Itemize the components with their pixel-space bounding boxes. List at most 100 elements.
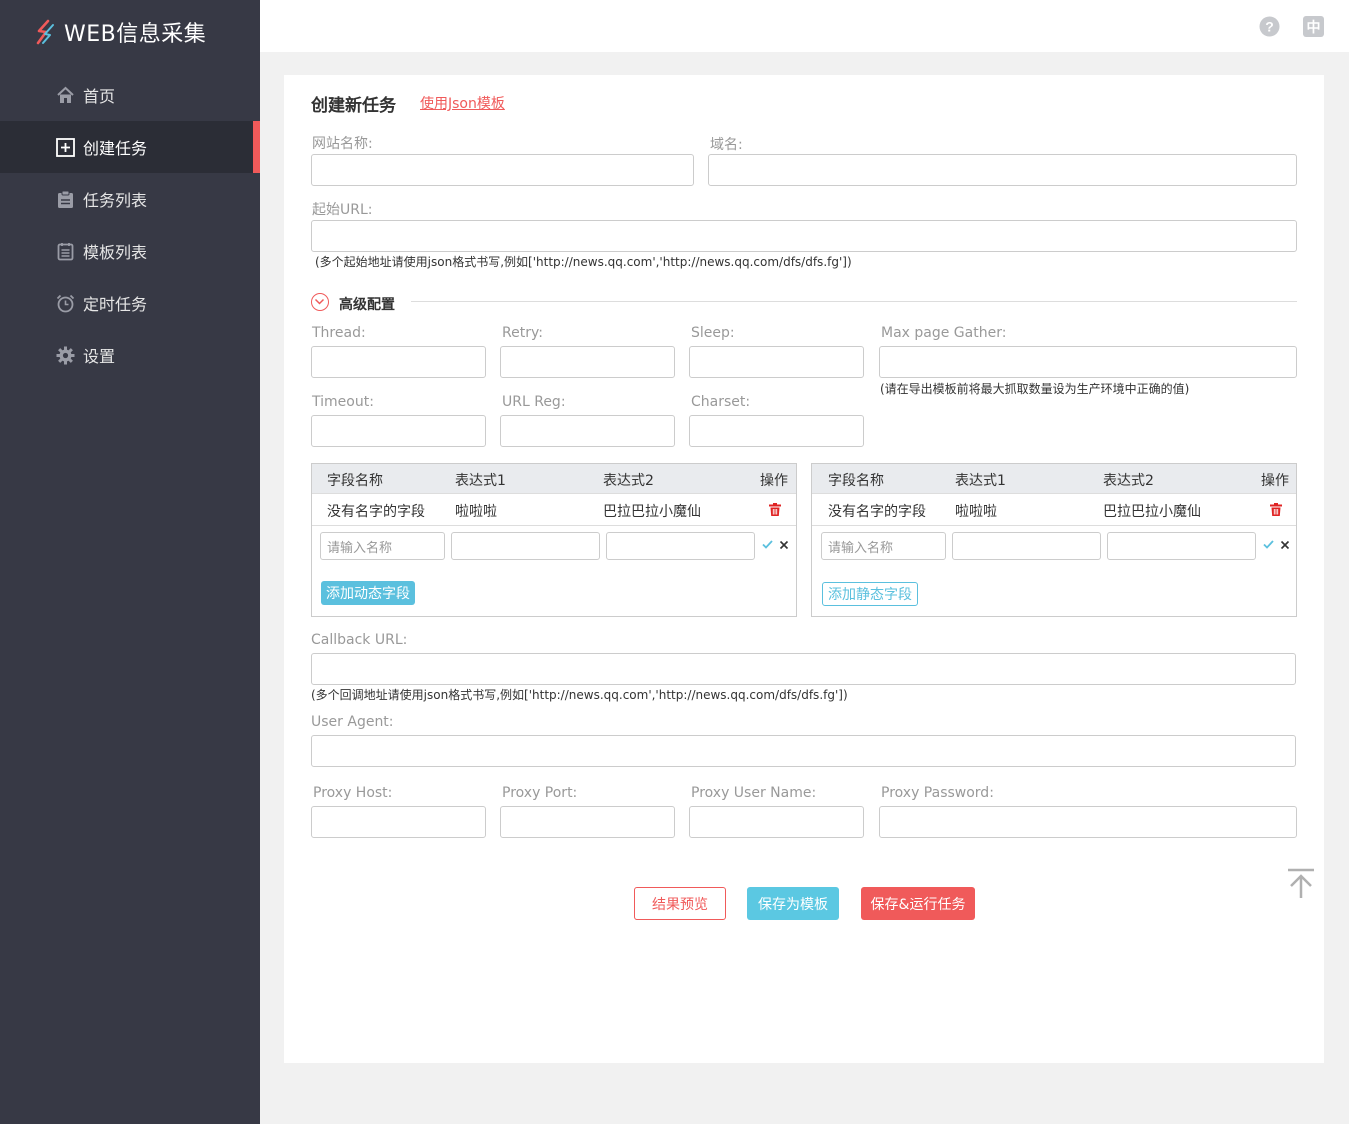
table-cell: 没有名字的字段 [327,504,425,520]
site-name-input[interactable] [311,154,694,186]
clipboard-icon [56,190,75,209]
start-url-hint: (多个起始地址请使用json格式书写,例如['http://news.qq.co… [315,255,852,269]
divider [411,301,1297,302]
user-agent-input[interactable] [311,735,1296,767]
divider [312,525,796,526]
add-static-field-button[interactable]: 添加静态字段 [822,582,918,606]
close-icon[interactable] [779,540,789,550]
sidebar-item-label: 任务列表 [83,191,148,210]
retry-input[interactable] [500,346,675,378]
add-dynamic-field-button[interactable]: 添加动态字段 [321,581,415,605]
field-name-input[interactable]: 请输入名称 [320,532,445,560]
alarm-clock-icon [56,294,75,313]
callback-url-hint: (多个回调地址请使用json格式书写,例如['http://news.qq.co… [311,688,848,702]
plus-square-icon [56,137,75,157]
static-fields-table: 字段名称 表达式1 表达式2 操作 没有名字的字段 啦啦啦 巴拉巴拉小魔仙 请输… [811,463,1297,617]
column-header: 字段名称 [828,473,884,489]
dynamic-fields-table: 字段名称 表达式1 表达式2 操作 没有名字的字段 啦啦啦 巴拉巴拉小魔仙 请输… [311,463,797,617]
proxy-password-label: Proxy Password: [881,785,994,801]
proxy-port-input[interactable] [500,806,675,838]
sidebar-item-label: 定时任务 [83,295,148,314]
close-icon[interactable] [1280,540,1290,550]
start-url-label: 起始URL: [312,202,373,218]
table-cell: 巴拉巴拉小魔仙 [603,504,701,520]
table-cell: 啦啦啦 [955,504,997,520]
column-header: 表达式2 [1103,473,1154,489]
create-task-panel: 创建新任务 使用Json模板 网站名称: 域名: 起始URL: (多个起始地址请… [284,75,1324,1063]
sidebar-item-scheduled-task[interactable]: 定时任务 [0,277,260,329]
brand[interactable]: WEB信息采集 [34,14,206,50]
field-name-input[interactable]: 请输入名称 [821,532,946,560]
sidebar-item-label: 创建任务 [83,139,148,158]
gear-icon [56,346,75,365]
preview-result-button[interactable]: 结果预览 [634,887,726,920]
thread-input[interactable] [311,346,486,378]
check-icon[interactable] [1263,540,1274,549]
expression1-input[interactable] [952,532,1101,560]
sidebar: WEB信息采集 首页 创建任务 任务列表 模板列表 定时任务 设置 [0,0,260,1124]
proxy-host-label: Proxy Host: [313,785,393,801]
back-to-top-icon[interactable] [1287,868,1315,899]
save-and-run-button[interactable]: 保存&运行任务 [861,887,975,920]
max-page-hint: (请在导出模板前将最大抓取数量设为生产环境中正确的值) [880,382,1190,396]
use-json-template-link[interactable]: 使用Json模板 [420,93,505,113]
table-header [812,464,1296,494]
callback-url-input[interactable] [311,653,1296,685]
check-icon[interactable] [762,540,773,549]
proxy-port-label: Proxy Port: [502,785,578,801]
table-cell: 没有名字的字段 [828,504,926,520]
retry-label: Retry: [502,325,543,341]
column-header: 表达式1 [455,473,506,489]
app-title: WEB信息采集 [64,22,207,47]
sleep-label: Sleep: [691,325,735,341]
sidebar-item-label: 首页 [83,87,116,106]
table-header [312,464,796,494]
callback-url-label: Callback URL: [311,632,408,648]
timeout-input[interactable] [311,415,486,447]
app-logo-icon [36,19,54,45]
chevron-down-icon[interactable] [311,293,329,311]
home-icon [56,86,75,105]
page-title: 创建新任务 [311,96,396,116]
max-page-gather-label: Max page Gather: [881,325,1007,341]
list-doc-icon [56,242,75,261]
expression2-input[interactable] [1107,532,1256,560]
advanced-config-toggle[interactable]: 高级配置 [339,294,395,314]
proxy-user-label: Proxy User Name: [691,785,817,801]
domain-label: 域名: [710,137,743,153]
sidebar-item-settings[interactable]: 设置 [0,329,260,381]
proxy-host-input[interactable] [311,806,486,838]
svg-text:?: ? [1265,19,1274,35]
proxy-password-input[interactable] [879,806,1297,838]
sidebar-item-template-list[interactable]: 模板列表 [0,225,260,277]
user-agent-label: User Agent: [311,714,394,730]
sidebar-item-create-task[interactable]: 创建任务 [0,121,260,173]
table-cell: 啦啦啦 [455,504,497,520]
column-header: 操作 [1261,473,1289,489]
url-reg-label: URL Reg: [502,394,566,410]
expression2-input[interactable] [606,532,755,560]
language-switch-icon[interactable]: 中 [1303,16,1324,37]
trash-icon[interactable] [1270,503,1282,516]
column-header: 表达式1 [955,473,1006,489]
max-page-gather-input[interactable] [879,346,1297,378]
charset-label: Charset: [691,394,751,410]
sidebar-item-label: 设置 [83,347,116,366]
url-reg-input[interactable] [500,415,675,447]
sleep-input[interactable] [689,346,864,378]
help-icon[interactable]: ? [1259,16,1280,37]
domain-input[interactable] [708,154,1297,186]
sidebar-item-task-list[interactable]: 任务列表 [0,173,260,225]
column-header: 表达式2 [603,473,654,489]
thread-label: Thread: [312,325,366,341]
sidebar-nav: 首页 创建任务 任务列表 模板列表 定时任务 设置 [0,69,260,381]
expression1-input[interactable] [451,532,600,560]
start-url-input[interactable] [311,220,1297,252]
proxy-user-input[interactable] [689,806,864,838]
charset-input[interactable] [689,415,864,447]
save-as-template-button[interactable]: 保存为模板 [747,887,839,920]
divider [812,525,1296,526]
sidebar-item-label: 模板列表 [83,243,148,262]
sidebar-item-home[interactable]: 首页 [0,69,260,121]
trash-icon[interactable] [769,503,781,516]
